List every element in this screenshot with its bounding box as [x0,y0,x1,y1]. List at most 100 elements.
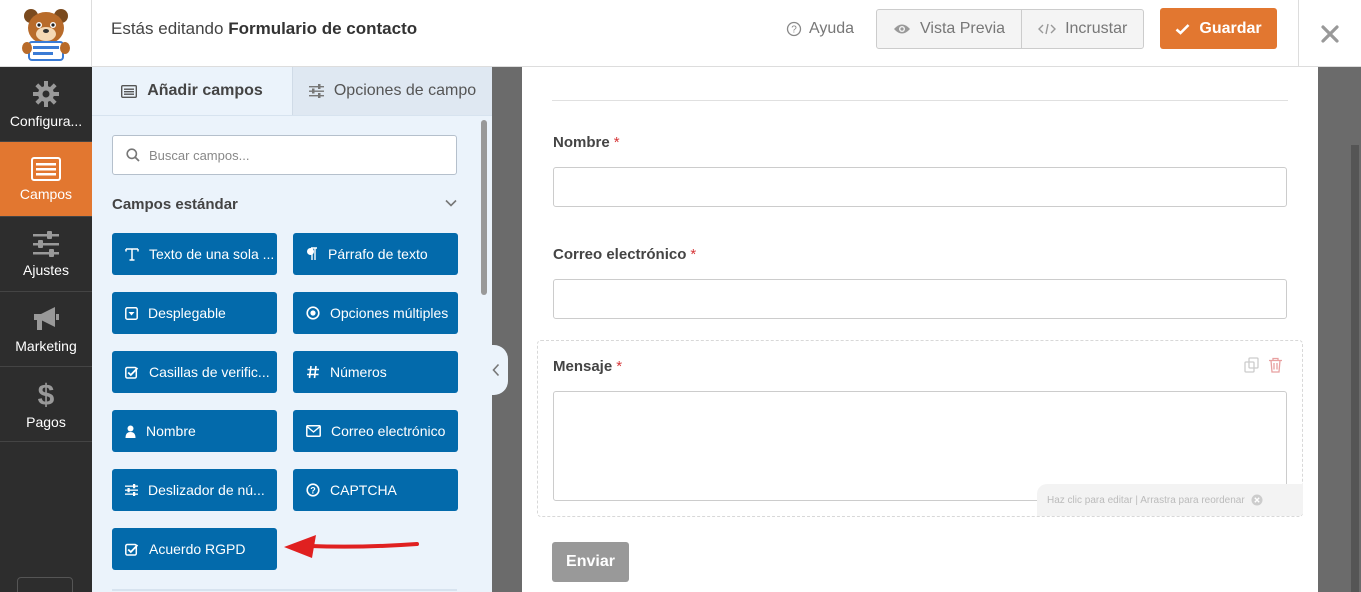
field-button-gdpr[interactable]: Acuerdo RGPD [112,528,277,570]
field-button-checkboxes[interactable]: Casillas de verific... [112,351,277,393]
fields-panel: Añadir campos Opciones de campo Buscar c… [92,67,492,592]
check-icon [1176,23,1190,35]
message-field-label: Mensaje * [553,358,622,375]
field-button-label: Números [330,364,387,380]
field-button-label: Deslizador de nú... [148,482,265,498]
hash-icon [307,365,319,379]
field-label-text: Correo electrónico [553,246,687,263]
field-label-text: Nombre [553,134,610,151]
trash-icon[interactable] [1268,357,1283,373]
sliders-icon [125,484,138,496]
sidebar-item-settings[interactable]: Ajustes [0,217,92,292]
wpforms-logo [0,0,92,67]
builder-sidebar: Configura... Campos Ajustes Marketing $ [0,67,92,592]
name-input[interactable] [553,167,1287,207]
chevron-down-icon[interactable] [444,196,458,210]
field-button-label: Correo electrónico [331,423,446,439]
email-input[interactable] [553,279,1287,319]
email-field-label: Correo electrónico * [553,246,696,263]
editing-title: Estás editando Formulario de contacto [111,19,417,39]
field-button-email[interactable]: Correo electrónico [293,410,458,452]
field-button-label: Acuerdo RGPD [149,541,246,557]
name-field-label: Nombre * [553,134,620,151]
section-title-standard: Campos estándar [112,196,238,213]
required-asterisk: * [616,358,623,375]
list-icon [121,84,138,98]
svg-text:?: ? [791,25,797,36]
checkbox-icon [125,543,139,556]
field-label-text: Mensaje [553,358,613,375]
chevron-left-icon [492,363,500,377]
field-actions [1244,357,1283,373]
preview-scrollbar[interactable] [1351,145,1359,592]
close-circle-icon[interactable] [1251,494,1263,506]
field-button-dropdown[interactable]: Desplegable [112,292,277,334]
sidebar-item-label: Ajustes [23,261,69,278]
field-button-label: Nombre [146,423,196,439]
close-icon [1321,24,1339,43]
sidebar-item-label: Campos [19,185,73,202]
save-button[interactable]: Guardar [1160,8,1277,49]
duplicate-icon[interactable] [1244,357,1260,373]
tab-field-options[interactable]: Opciones de campo [292,67,492,115]
panel-tabs: Añadir campos Opciones de campo [92,67,492,116]
field-button-paragraph[interactable]: Párrafo de texto [293,233,458,275]
preview-button[interactable]: Vista Previa [877,10,1021,48]
svg-text:$: $ [38,379,55,409]
sidebar-item-fields[interactable]: Campos [0,142,92,217]
top-bar: Estás editando Formulario de contacto ? … [0,0,1361,67]
submit-button[interactable]: Enviar [552,542,629,582]
user-icon [125,425,136,438]
panel-scrollbar[interactable] [481,120,487,295]
tab-add-fields[interactable]: Añadir campos [92,67,292,115]
search-placeholder: Buscar campos... [149,147,250,163]
sidebar-bottom-button[interactable] [17,577,73,592]
edit-hint: Haz clic para editar | Arrastra para reo… [1037,484,1303,516]
annotation-arrow-icon [284,535,419,558]
required-asterisk: * [690,246,697,263]
field-button-single-line-text[interactable]: Texto de una sola ... [112,233,277,275]
edit-hint-text: Haz clic para editar | Arrastra para reo… [1047,494,1245,506]
field-button-numbers[interactable]: Números [293,351,458,393]
field-button-label: Texto de una sola ... [149,246,275,262]
sidebar-item-payments[interactable]: $ Pagos [0,367,92,442]
field-button-captcha[interactable]: ? CAPTCHA [293,469,458,511]
question-circle-icon: ? [786,21,802,37]
paragraph-icon [307,247,317,260]
sidebar-item-setup[interactable]: Configura... [0,67,92,142]
submit-label: Enviar [566,553,615,570]
megaphone-icon [34,306,59,330]
sidebar-item-label: Marketing [15,337,77,354]
bear-mascot-icon [21,8,70,61]
field-button-multiple-choice[interactable]: Opciones múltiples [293,292,458,334]
tab-add-fields-label: Añadir campos [147,82,263,99]
svg-text:?: ? [310,486,316,496]
close-button[interactable] [1298,0,1361,67]
preview-embed-group: Vista Previa Incrustar [876,9,1145,49]
embed-button[interactable]: Incrustar [1021,10,1143,48]
required-asterisk: * [613,134,620,151]
field-button-label: Desplegable [148,305,226,321]
checkbox-icon [125,366,139,379]
embed-label: Incrustar [1065,20,1128,37]
collapse-panel-toggle[interactable] [484,345,508,395]
title-prefix: Estás editando [111,19,224,38]
help-label: Ayuda [809,20,855,37]
text-icon [125,248,139,261]
sidebar-item-marketing[interactable]: Marketing [0,292,92,367]
field-button-name[interactable]: Nombre [112,410,277,452]
preview-label: Vista Previa [920,20,1006,37]
eye-icon [894,24,910,34]
gear-icon [33,80,59,107]
dropdown-icon [125,306,138,320]
save-label: Guardar [1199,19,1262,37]
form-list-icon [31,156,61,181]
help-link[interactable]: ? Ayuda [786,20,854,38]
field-button-number-slider[interactable]: Deslizador de nú... [112,469,277,511]
question-circle-icon: ? [306,483,320,497]
search-fields-input[interactable]: Buscar campos... [112,135,457,175]
dollar-icon: $ [38,379,55,409]
sliders-icon [308,84,324,98]
field-button-label: Opciones múltiples [330,305,449,321]
sidebar-item-label: Configura... [9,112,83,129]
